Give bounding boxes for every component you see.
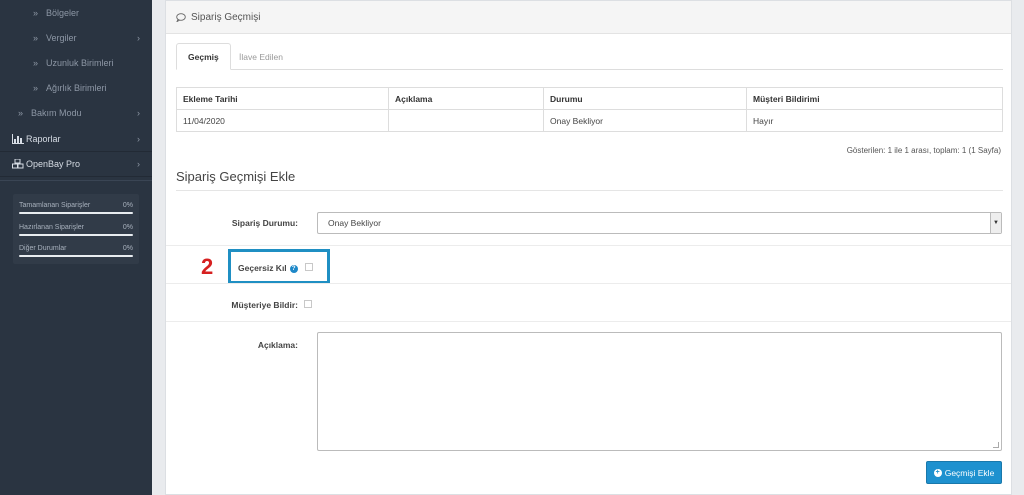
chevron-right-icon: › (137, 107, 140, 118)
double-chevron-icon: » (18, 107, 24, 118)
stat-processing-orders: Hazırlanan Siparişler 0% (19, 224, 133, 236)
sidebar-item-vergiler[interactable]: » Vergiler › (0, 25, 152, 50)
step-number-annotation: 2 (201, 254, 214, 279)
table-cell: Hayır (746, 109, 1003, 132)
table-header-row: Ekleme Tarihi Açıklama Durumu Müşteri Bi… (176, 87, 1003, 110)
comment-icon (176, 12, 186, 22)
panel-title: Sipariş Geçmişi (191, 11, 261, 23)
table-cell: Onay Bekliyor (543, 109, 747, 132)
plus-circle-icon: + (933, 468, 942, 477)
sidebar-item-label: OpenBay Pro (26, 159, 81, 169)
resize-handle[interactable] (993, 442, 999, 448)
sidebar-item-bakim-modu[interactable]: » Bakım Modu › (0, 100, 152, 125)
order-status-select[interactable]: Onay Bekliyor ▼ (317, 212, 1002, 234)
double-chevron-icon: » (33, 32, 39, 43)
column-header: Ekleme Tarihi (176, 87, 389, 110)
invalidate-label-text: Geçersiz Kıl (238, 263, 287, 273)
sidebar-item-label: Uzunluk Birimleri (46, 57, 114, 68)
button-label: Geçmişi Ekle (944, 467, 995, 478)
double-chevron-icon: » (33, 7, 39, 18)
sidebar: » Bölgeler » Vergiler › » Uzunluk Biriml… (0, 0, 152, 495)
sidebar-item-bolgeler[interactable]: » Bölgeler (0, 0, 152, 25)
chevron-down-icon: ▼ (990, 213, 1001, 233)
invalidate-label: Geçersiz Kıl? (238, 263, 298, 273)
order-history-panel: Sipariş Geçmişi Geçmiş İlave Edilen Ekle… (165, 0, 1012, 495)
history-tabs: Geçmiş İlave Edilen (176, 43, 1003, 70)
sidebar-item-label: Bölgeler (46, 7, 80, 18)
double-chevron-icon: » (33, 82, 39, 93)
notify-customer-checkbox[interactable] (304, 300, 312, 308)
notify-customer-label: Müşteriye Bildir: (231, 300, 298, 310)
stat-progress-bar (19, 255, 133, 257)
sidebar-item-raporlar[interactable]: Raporlar › (0, 127, 152, 152)
sidebar-item-label: Ağırlık Birimleri (46, 82, 107, 93)
status-label: Sipariş Durumu: (231, 218, 298, 228)
select-value: Onay Bekliyor (328, 218, 381, 228)
chevron-right-icon: › (137, 32, 140, 43)
sidebar-item-label: Vergiler (46, 32, 77, 43)
column-header: Durumu (543, 87, 747, 110)
divider (166, 245, 1011, 246)
invalidate-checkbox[interactable] (305, 263, 313, 271)
comment-textarea[interactable] (317, 332, 1002, 451)
divider (176, 190, 1003, 191)
question-circle-icon[interactable]: ? (289, 264, 298, 273)
tab-history[interactable]: Geçmiş (176, 43, 231, 70)
pagination-info: Gösterilen: 1 ile 1 arası, toplam: 1 (1 … (846, 146, 1001, 155)
sidebar-item-uzunluk-birimleri[interactable]: » Uzunluk Birimleri (0, 50, 152, 75)
stat-label: Hazırlanan Siparişler (19, 224, 84, 231)
chevron-right-icon: › (137, 134, 140, 144)
chevron-right-icon: › (137, 159, 140, 169)
sidebar-item-label: Raporlar (26, 134, 61, 144)
sidebar-item-openbay-pro[interactable]: OpenBay Pro › (0, 152, 152, 177)
stat-progress-bar (19, 234, 133, 236)
tab-additional[interactable]: İlave Edilen (228, 43, 294, 70)
sidebar-item-agirlik-birimleri[interactable]: » Ağırlık Birimleri (0, 75, 152, 100)
stat-percent: 0% (122, 224, 133, 231)
sidebar-divider (0, 180, 152, 181)
section-heading: Sipariş Geçmişi Ekle (176, 169, 296, 184)
cubes-icon (12, 159, 24, 169)
add-history-button[interactable]: + Geçmişi Ekle (926, 461, 1002, 484)
panel-header: Sipariş Geçmişi (166, 1, 1011, 34)
sidebar-item-label: Bakım Modu (31, 107, 82, 118)
stat-label: Diğer Durumlar (19, 245, 67, 252)
order-stats-box: Tamamlanan Siparişler 0% Hazırlanan Sipa… (13, 194, 139, 264)
column-header: Açıklama (388, 87, 544, 110)
history-table: Ekleme Tarihi Açıklama Durumu Müşteri Bi… (176, 87, 1003, 132)
table-cell: 11/04/2020 (176, 109, 389, 132)
table-cell (388, 109, 544, 132)
stat-progress-bar (19, 212, 133, 214)
divider (166, 283, 1011, 284)
divider (166, 321, 1011, 322)
stat-percent: 0% (122, 202, 133, 209)
stat-other-statuses: Diğer Durumlar 0% (19, 245, 133, 257)
bar-chart-icon (12, 134, 24, 144)
stat-label: Tamamlanan Siparişler (19, 202, 91, 209)
column-header: Müşteri Bildirimi (746, 87, 1003, 110)
comment-label: Açıklama: (257, 340, 298, 350)
double-chevron-icon: » (33, 57, 39, 68)
stat-completed-orders: Tamamlanan Siparişler 0% (19, 202, 133, 214)
stat-percent: 0% (122, 245, 133, 252)
table-row: 11/04/2020 Onay Bekliyor Hayır (176, 109, 1003, 132)
